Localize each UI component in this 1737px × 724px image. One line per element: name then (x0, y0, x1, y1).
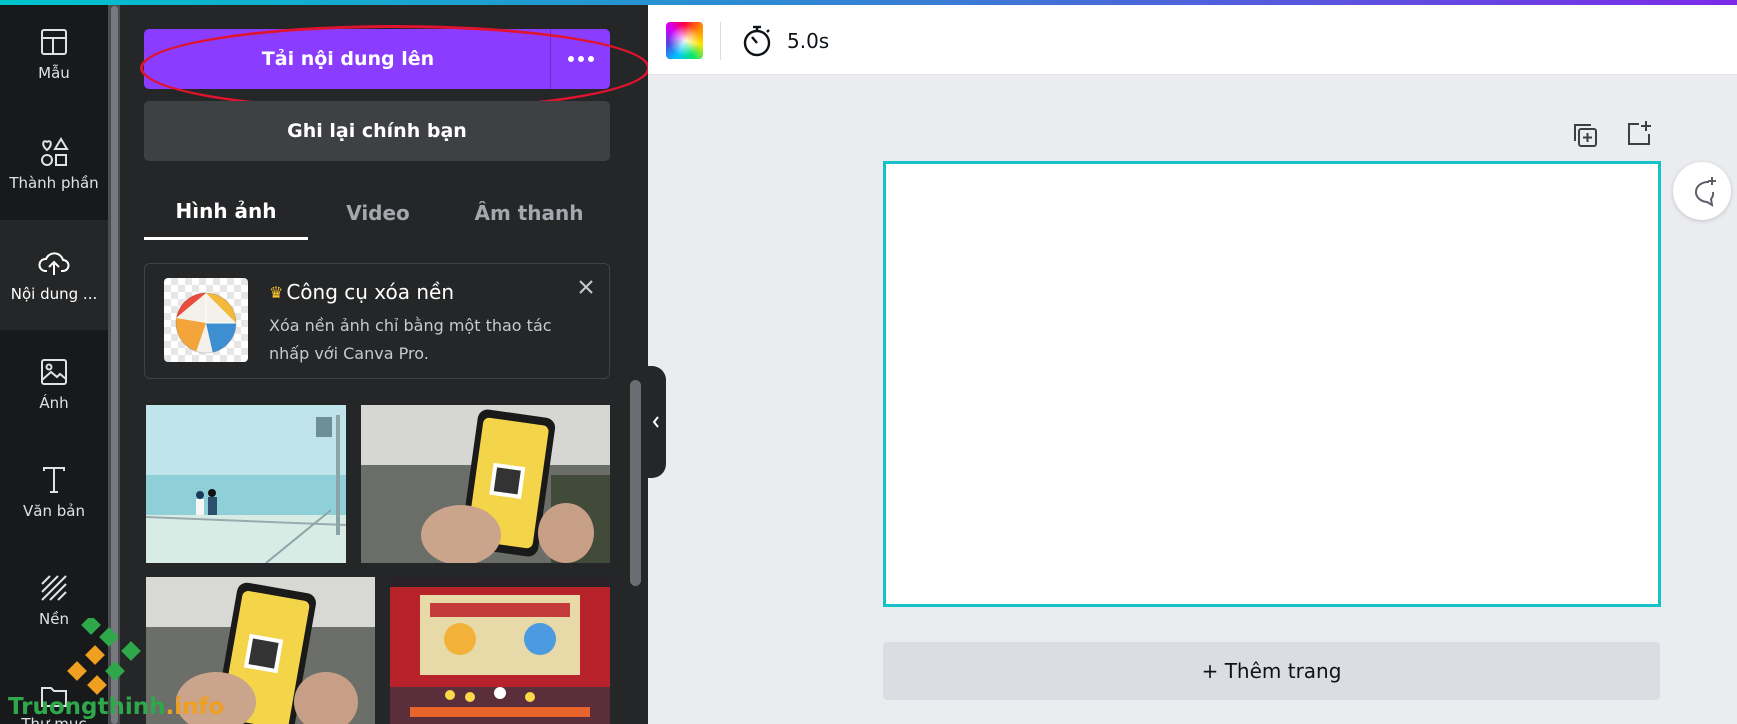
add-comment-button[interactable] (1673, 162, 1731, 220)
upload-media-label: Tải nội dung lên (261, 48, 435, 70)
sidebar-item-label: Mẫu (38, 64, 70, 82)
photo-icon (41, 359, 67, 385)
top-gradient-bar (0, 0, 1737, 5)
comment-add-icon (1695, 177, 1716, 207)
sidebar-item-label: Văn bản (23, 502, 85, 520)
text-icon (43, 467, 65, 493)
sidebar-item-label: Ảnh (39, 394, 69, 412)
sidebar-item-label: Nền (39, 610, 69, 628)
toolbar-divider (720, 22, 721, 60)
uploads-panel: Tải nội dung lên Ghi lại chính bạn Hình … (120, 0, 650, 724)
sidebar-item-label: Nội dung ... (10, 285, 98, 303)
more-options-button[interactable] (550, 29, 610, 89)
duplicate-page-icon[interactable] (1570, 120, 1600, 150)
sidebar-item-templates[interactable]: Mẫu (0, 0, 108, 108)
promo-title-text: Công cụ xóa nền (286, 280, 455, 304)
sidebar-item-photos[interactable]: Ảnh (0, 330, 108, 438)
template-icon (41, 29, 67, 55)
close-icon[interactable] (577, 278, 595, 296)
watermark-text: Truongthinh.info (8, 694, 224, 720)
background-remover-promo[interactable]: ♛ Công cụ xóa nền Xóa nền ảnh chỉ bằng m… (144, 263, 610, 379)
image-thumbnail-stage[interactable] (390, 577, 610, 724)
crown-icon: ♛ (269, 282, 284, 302)
editor-toolbar: 5.0s (648, 5, 1737, 75)
sidebar-item-label: Thành phần (9, 174, 99, 192)
tab-video[interactable]: Video (308, 185, 448, 240)
image-thumbnail-phone-1[interactable] (361, 405, 610, 563)
panel-scrollbar[interactable] (630, 380, 641, 586)
tab-images[interactable]: Hình ảnh (144, 185, 308, 240)
promo-description: Xóa nền ảnh chỉ bằng một thao tác nhấp v… (269, 316, 552, 363)
sidebar-scrollbar-thumb[interactable] (111, 6, 118, 724)
color-picker-button[interactable] (666, 22, 703, 59)
elements-icon (41, 137, 69, 166)
record-yourself-button[interactable]: Ghi lại chính bạn (144, 101, 610, 161)
upload-cloud-icon (38, 252, 70, 275)
upload-media-button[interactable]: Tải nội dung lên (144, 29, 610, 89)
sidebar: Mẫu Thành phần Nội dung ... Ảnh Văn bản … (0, 0, 108, 724)
media-tabs: Hình ảnh Video Âm thanh (144, 185, 610, 240)
chevron-left-icon (652, 416, 659, 428)
promo-thumbnail (164, 278, 248, 362)
add-page-icon[interactable] (1624, 118, 1654, 148)
sidebar-item-background[interactable]: Nền (0, 546, 108, 654)
tab-audio[interactable]: Âm thanh (448, 185, 610, 240)
more-dots-icon (567, 56, 594, 62)
collapse-panel-button[interactable] (646, 366, 666, 478)
watermark-brand: Truongthinh (8, 694, 166, 720)
watermark-suffix: .info (165, 694, 225, 720)
sidebar-item-uploads[interactable]: Nội dung ... (0, 220, 108, 330)
background-icon (41, 575, 67, 601)
promo-title: ♛ Công cụ xóa nền (269, 280, 454, 304)
duration-button[interactable]: 5.0s (741, 23, 829, 59)
add-page-button[interactable]: + Thêm trang (883, 642, 1660, 700)
design-canvas[interactable] (883, 161, 1661, 607)
sidebar-item-elements[interactable]: Thành phần (0, 108, 108, 220)
duration-value: 5.0s (787, 29, 830, 53)
stopwatch-icon (743, 25, 771, 57)
image-thumbnail-beach[interactable] (146, 405, 346, 563)
sidebar-item-text[interactable]: Văn bản (0, 438, 108, 546)
